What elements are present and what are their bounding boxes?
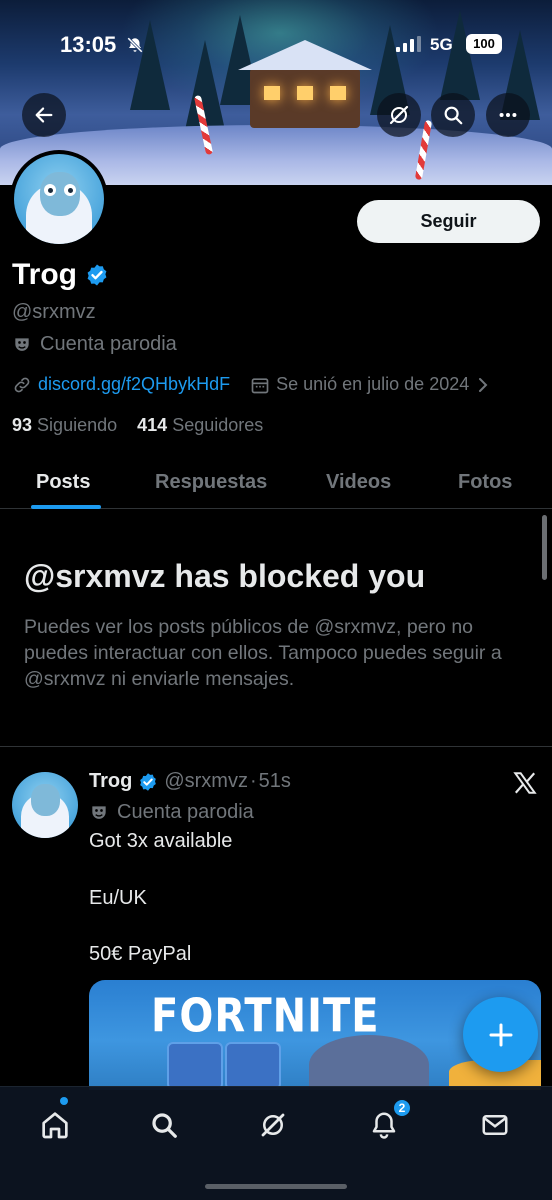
theater-mask-icon — [15, 337, 29, 351]
tab-videos[interactable]: Videos — [326, 455, 391, 509]
post-header: Trog @srxmvz · 51s — [89, 770, 291, 793]
following-label: Siguiendo — [37, 415, 118, 435]
post-timestamp: 51s — [258, 770, 291, 792]
more-icon — [499, 112, 517, 118]
media-title: FORTNITE — [151, 990, 380, 1043]
notification-badge: 2 — [392, 1098, 412, 1118]
grok-icon — [389, 105, 409, 125]
post-text-line: 50€ PayPal — [89, 943, 192, 965]
tab-label: Posts — [36, 470, 91, 493]
arrow-left-icon — [35, 107, 53, 123]
profile-handle: @srxmvz — [12, 301, 96, 323]
verified-badge-icon[interactable] — [85, 263, 109, 287]
verified-badge-icon — [140, 772, 157, 791]
status-time: 13:05 — [60, 32, 117, 57]
calendar-icon — [251, 377, 269, 393]
blocked-description: Puedes ver los posts públicos de @srxmvz… — [24, 616, 502, 690]
media-item — [167, 1042, 223, 1090]
post-author-handle: @srxmvz — [164, 770, 248, 792]
link-icon — [14, 377, 30, 392]
tab-label: Fotos — [458, 470, 513, 493]
nav-grok[interactable] — [253, 1105, 293, 1145]
signal-icon — [396, 36, 421, 52]
nav-home[interactable] — [35, 1105, 75, 1145]
avatar-eye — [64, 184, 76, 196]
nav-messages[interactable] — [475, 1105, 515, 1145]
tab-photos[interactable]: Fotos — [458, 455, 512, 509]
search-button[interactable] — [431, 93, 475, 137]
follow-button[interactable]: Seguir — [357, 200, 540, 243]
profile-avatar[interactable] — [10, 150, 108, 248]
post-separator: · — [249, 770, 257, 792]
avatar-image — [14, 154, 104, 244]
divider — [0, 746, 552, 747]
following-link[interactable]: 93 Siguiendo — [12, 415, 117, 435]
profile-meta: discord.gg/f2QHbykHdF Se unió en julio d… — [12, 374, 491, 395]
post-parody-label: Cuenta parodia — [89, 801, 254, 824]
messages-icon — [482, 1115, 508, 1135]
following-count: 93 — [12, 415, 33, 435]
post-text-line: Eu/UK — [89, 887, 147, 909]
avatar-eye — [44, 184, 56, 196]
profile-name: Trog — [12, 258, 77, 291]
search-icon — [152, 1113, 177, 1138]
bottom-navigation — [0, 1086, 552, 1200]
tab-replies[interactable]: Respuestas — [155, 455, 267, 509]
post-avatar[interactable] — [12, 772, 78, 838]
bell-slash-icon — [127, 37, 143, 53]
home-indicator[interactable] — [205, 1184, 347, 1189]
more-button[interactable] — [486, 93, 530, 137]
followers-label: Seguidores — [172, 415, 264, 435]
theater-mask-icon — [92, 805, 106, 819]
compose-button[interactable] — [463, 997, 538, 1072]
parody-text: Cuenta parodia — [40, 333, 177, 355]
tab-label: Respuestas — [155, 470, 268, 493]
home-icon — [42, 1112, 68, 1139]
parody-label: Cuenta parodia — [12, 333, 177, 356]
media-character — [309, 1035, 429, 1090]
active-tab-indicator — [31, 505, 101, 509]
nav-search[interactable] — [144, 1105, 184, 1145]
post-parody-text: Cuenta parodia — [117, 801, 254, 823]
home-unread-dot — [60, 1097, 68, 1105]
post-author-name[interactable]: Trog — [89, 770, 132, 793]
grok-button[interactable] — [377, 93, 421, 137]
follow-stats: 93 Siguiendo 414 Seguidores — [12, 415, 263, 436]
grok-icon — [261, 1113, 285, 1137]
chevron-right-icon[interactable] — [475, 376, 491, 394]
profile-link[interactable]: discord.gg/f2QHbykHdF — [38, 374, 230, 395]
network-type: 5G — [430, 35, 453, 54]
profile-name-row: Trog — [12, 258, 109, 292]
x-logo-icon — [513, 772, 537, 794]
followers-count: 414 — [137, 415, 168, 435]
profile-tabs: Posts Respuestas Videos Fotos — [0, 455, 552, 509]
media-item — [225, 1042, 281, 1090]
post-text-line: Got 3x available — [89, 830, 233, 852]
tab-posts[interactable]: Posts — [31, 455, 101, 509]
status-bar: 13:05 5G 100 — [0, 0, 552, 90]
avatar-face — [31, 784, 60, 816]
followers-link[interactable]: 414 Seguidores — [137, 415, 263, 435]
battery-indicator: 100 — [466, 34, 502, 54]
plus-icon — [489, 1023, 512, 1046]
back-button[interactable] — [22, 93, 66, 137]
joined-date: Se unió en julio de 2024 — [276, 374, 470, 394]
blocked-title: @srxmvz has blocked you — [24, 558, 426, 594]
search-icon — [444, 106, 463, 125]
scrollbar[interactable] — [542, 515, 547, 580]
tab-label: Videos — [326, 470, 392, 493]
